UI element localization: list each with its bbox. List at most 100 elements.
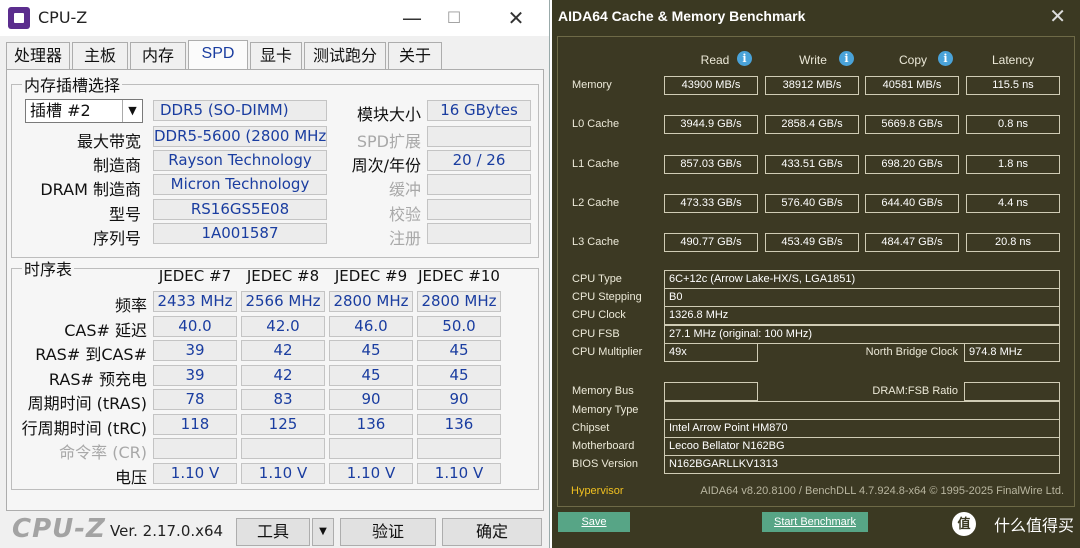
timing-cell: 118 bbox=[153, 413, 237, 435]
memory-type-value: DDR5 (SO-DIMM) bbox=[153, 100, 327, 121]
timing-cell bbox=[329, 438, 413, 459]
timing-column-header: JEDEC #7 bbox=[158, 267, 232, 285]
motherboard-label: Motherboard bbox=[572, 440, 635, 452]
slot-group-legend: 内存插槽选择 bbox=[24, 76, 121, 95]
slot-dropdown[interactable]: 插槽 #2 ▼ bbox=[25, 99, 143, 123]
tools-dropdown-icon[interactable]: ▼ bbox=[312, 518, 334, 546]
timing-column-header: JEDEC #8 bbox=[246, 267, 320, 285]
ok-button[interactable]: 确定 bbox=[442, 518, 542, 546]
save-button[interactable]: Save bbox=[558, 512, 630, 532]
max-bandwidth-value: DDR5-5600 (2800 MHz) bbox=[153, 126, 327, 147]
info-icon[interactable]: i bbox=[839, 51, 854, 66]
minimize-button[interactable]: — bbox=[394, 4, 430, 32]
aida-content: Read i Write i Copy i Latency Memory 4390… bbox=[557, 36, 1075, 507]
dram-manufacturer-value: Micron Technology bbox=[153, 174, 327, 195]
tab-memory[interactable]: 内存 bbox=[130, 42, 186, 69]
correction-label: 校验 bbox=[388, 205, 421, 224]
nb-clock-value: 974.8 MHz bbox=[964, 343, 1060, 362]
bench-value-cell: 3944.9 GB/s bbox=[664, 115, 758, 135]
timing-cell: 2800 MHz bbox=[417, 291, 501, 312]
bench-value-cell: 473.33 GB/s bbox=[664, 193, 758, 213]
tab-mainboard[interactable]: 主板 bbox=[72, 42, 128, 69]
bench-value-cell: 20.8 ns bbox=[966, 233, 1060, 253]
bench-value-cell: 698.20 GB/s bbox=[865, 154, 959, 174]
bench-value-cell: 576.40 GB/s bbox=[765, 193, 859, 213]
timing-row-label: 周期时间 (tRAS) bbox=[27, 394, 147, 413]
bench-row-label: L1 Cache bbox=[572, 157, 620, 170]
module-size-value: 16 GBytes bbox=[427, 100, 531, 121]
bench-value-cell: 40581 MB/s bbox=[865, 76, 959, 95]
cpu-multiplier-value: 49x bbox=[664, 343, 758, 362]
cpuz-window-title: CPU-Z bbox=[38, 8, 88, 27]
cpu-clock-value: 1326.8 MHz bbox=[664, 306, 1060, 325]
timing-cell: 136 bbox=[417, 413, 501, 435]
bench-value-cell: 857.03 GB/s bbox=[664, 154, 758, 174]
cpu-fsb-label: CPU FSB bbox=[572, 328, 620, 340]
timing-cell bbox=[153, 438, 237, 459]
bench-value-cell: 43900 MB/s bbox=[664, 76, 758, 95]
spd-panel: 内存插槽选择 插槽 #2 ▼ DDR5 (SO-DIMM) 模块大小 16 GB… bbox=[6, 69, 544, 511]
buffered-value bbox=[427, 174, 531, 195]
registered-label: 注册 bbox=[388, 229, 421, 248]
timing-cell: 125 bbox=[241, 413, 325, 435]
chevron-down-icon[interactable]: ▼ bbox=[122, 100, 142, 122]
maximize-button[interactable]: ☐ bbox=[436, 4, 472, 32]
bench-row-label: Memory bbox=[572, 79, 612, 91]
timing-cell: 2800 MHz bbox=[329, 291, 413, 312]
bench-value-cell: 484.47 GB/s bbox=[865, 233, 959, 253]
validate-button[interactable]: 验证 bbox=[340, 518, 436, 546]
timing-cell: 83 bbox=[241, 389, 325, 410]
dram-fsb-label: DRAM:FSB Ratio bbox=[872, 385, 958, 397]
timing-cell: 39 bbox=[153, 340, 237, 361]
cpu-clock-label: CPU Clock bbox=[572, 309, 626, 321]
timing-cell: 45 bbox=[329, 340, 413, 361]
bench-row-label: L0 Cache bbox=[572, 118, 620, 131]
close-icon[interactable]: ✕ bbox=[1049, 4, 1066, 29]
timing-row-label: 行周期时间 (tRC) bbox=[21, 418, 147, 438]
timing-cell: 39 bbox=[153, 364, 237, 386]
timing-cell: 1.10 V bbox=[329, 462, 413, 484]
timing-cell: 42 bbox=[241, 340, 325, 361]
registered-value bbox=[427, 223, 531, 244]
timing-cell: 45 bbox=[417, 340, 501, 361]
cpuz-version: Ver. 2.17.0.x64 bbox=[110, 522, 224, 540]
tab-about[interactable]: 关于 bbox=[388, 42, 442, 69]
tab-bench[interactable]: 测试跑分 bbox=[304, 42, 386, 69]
timing-row-label: CAS# 延迟 bbox=[64, 320, 147, 340]
timing-cell: 2566 MHz bbox=[241, 291, 325, 312]
dram-fsb-value bbox=[964, 382, 1060, 401]
bios-label: BIOS Version bbox=[572, 458, 639, 470]
module-size-label: 模块大小 bbox=[356, 105, 421, 124]
correction-value bbox=[427, 199, 531, 220]
bench-value-cell: 38912 MB/s bbox=[765, 76, 859, 95]
serial-label: 序列号 bbox=[92, 229, 141, 248]
timing-cell bbox=[241, 438, 325, 459]
timing-cell: 46.0 bbox=[329, 315, 413, 337]
max-bandwidth-label: 最大带宽 bbox=[76, 132, 141, 151]
nb-clock-label: North Bridge Clock bbox=[865, 346, 958, 358]
cpu-type-value: 6C+12c (Arrow Lake-HX/S, LGA1851) bbox=[664, 270, 1060, 289]
bench-value-cell: 0.8 ns bbox=[966, 115, 1060, 135]
tools-button[interactable]: 工具 bbox=[236, 518, 310, 546]
chipset-label: Chipset bbox=[572, 422, 610, 434]
bench-value-cell: 433.51 GB/s bbox=[765, 154, 859, 174]
info-icon[interactable]: i bbox=[938, 51, 953, 66]
timing-cell: 50.0 bbox=[417, 315, 501, 337]
tab-processor[interactable]: 处理器 bbox=[6, 42, 70, 69]
part-number-value: RS16GS5E08 bbox=[153, 199, 327, 220]
tab-spd[interactable]: SPD bbox=[188, 40, 248, 70]
cpu-fsb-value: 27.1 MHz (original: 100 MHz) bbox=[664, 325, 1060, 344]
timing-cell: 90 bbox=[417, 389, 501, 410]
manufacturer-value: Rayson Technology bbox=[153, 150, 327, 171]
dram-manufacturer-label: DRAM 制造商 bbox=[40, 180, 141, 199]
aida-window-title: AIDA64 Cache & Memory Benchmark bbox=[558, 8, 806, 24]
info-icon[interactable]: i bbox=[737, 51, 752, 66]
close-icon[interactable]: ✕ bbox=[498, 4, 534, 32]
motherboard-value: Lecoo Bellator N162BG bbox=[664, 437, 1060, 456]
timing-cell: 45 bbox=[329, 364, 413, 386]
tab-graphics[interactable]: 显卡 bbox=[250, 42, 302, 69]
start-benchmark-button[interactable]: Start Benchmark bbox=[762, 512, 868, 532]
cpuz-logo: CPU-Z bbox=[12, 514, 106, 544]
cpuz-app-icon bbox=[8, 7, 30, 29]
timing-cell bbox=[417, 438, 501, 459]
